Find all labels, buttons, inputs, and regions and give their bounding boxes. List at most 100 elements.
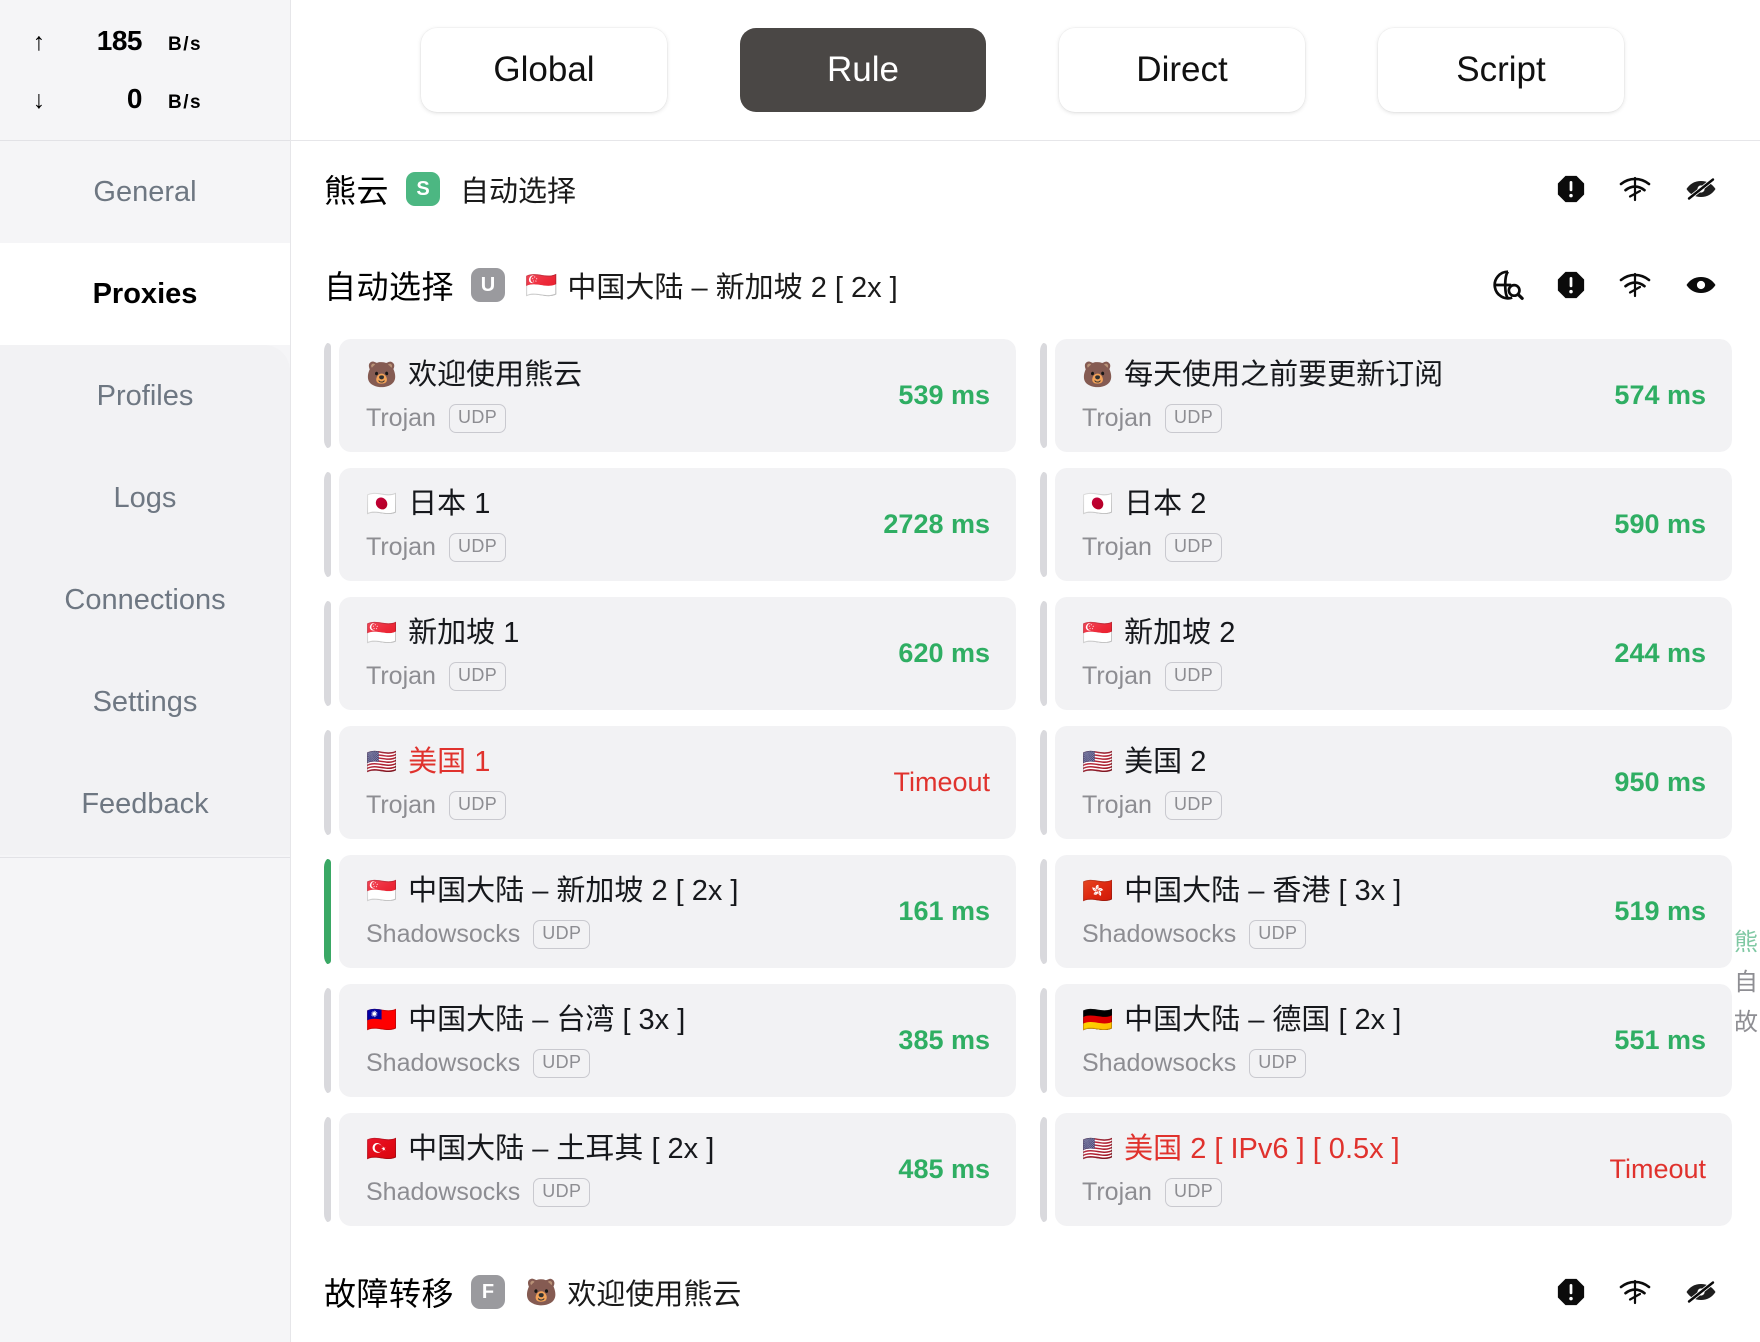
sidebar-item-connections[interactable]: Connections	[0, 549, 290, 651]
proxy-title: 🇭🇰 中国大陆 – 香港 [ 3x ]	[1082, 874, 1588, 909]
proxy-card[interactable]: 🇩🇪 中国大陆 – 德国 [ 2x ] Shadowsocks UDP 551 …	[1040, 984, 1732, 1097]
udp-badge: UDP	[1249, 1049, 1307, 1078]
sidebar-item-label: Logs	[113, 481, 177, 514]
speed-test-icon[interactable]	[1618, 174, 1652, 204]
sidebar-item-label: Proxies	[92, 277, 198, 310]
proxy-name: 每天使用之前要更新订阅	[1124, 359, 1444, 392]
group-index-rail[interactable]: 熊 自 故	[1734, 931, 1758, 1035]
proxy-title: 🇯🇵 日本 1	[366, 487, 857, 522]
proxy-card[interactable]: 🐻 欢迎使用熊云 Trojan UDP 539 ms	[324, 339, 1016, 452]
download-speed-unit: B/s	[168, 92, 203, 113]
proxy-card[interactable]: 🇯🇵 日本 1 Trojan UDP 2728 ms	[324, 468, 1016, 581]
proxy-info: 🇯🇵 日本 2 Trojan UDP	[1082, 487, 1588, 562]
proxy-card-body[interactable]: 🐻 欢迎使用熊云 Trojan UDP 539 ms	[339, 339, 1016, 452]
proxy-protocol: Trojan	[366, 532, 436, 561]
sidebar-item-feedback[interactable]: Feedback	[0, 753, 290, 855]
proxy-card-body[interactable]: 🇸🇬 新加坡 2 Trojan UDP 244 ms	[1055, 597, 1732, 710]
rail-item[interactable]: 自	[1734, 971, 1758, 995]
group-actions	[1556, 174, 1730, 204]
sidebar-item-proxies[interactable]: Proxies	[0, 243, 290, 345]
tab-rule[interactable]: Rule	[740, 28, 986, 112]
tab-direct[interactable]: Direct	[1059, 28, 1305, 112]
speed-test-icon[interactable]	[1618, 270, 1652, 300]
flag-icon: 🇺🇸	[1082, 1135, 1114, 1164]
selection-bar	[324, 343, 331, 448]
proxy-protocol: Trojan	[1082, 532, 1152, 561]
proxy-card-body[interactable]: 🇹🇷 中国大陆 – 土耳其 [ 2x ] Shadowsocks UDP 485…	[339, 1113, 1016, 1226]
udp-badge: UDP	[1164, 404, 1223, 433]
proxy-card[interactable]: 🇯🇵 日本 2 Trojan UDP 590 ms	[1040, 468, 1732, 581]
sidebar-item-profiles[interactable]: Profiles	[0, 345, 290, 447]
udp-badge: UDP	[1249, 920, 1307, 949]
selection-bar	[1040, 859, 1047, 964]
proxy-card-body[interactable]: 🇺🇸 美国 2 [ IPv6 ] [ 0.5x ] Trojan UDP Tim…	[1055, 1113, 1732, 1226]
proxy-name: 中国大陆 – 新加坡 2 [ 2x ]	[408, 875, 739, 908]
proxy-card[interactable]: 🐻 每天使用之前要更新订阅 Trojan UDP 574 ms	[1040, 339, 1732, 452]
rail-item[interactable]: 熊	[1734, 931, 1758, 955]
eye-off-icon[interactable]	[1684, 175, 1718, 203]
sidebar-item-logs[interactable]: Logs	[0, 447, 290, 549]
flag-icon: 🐻	[1082, 361, 1114, 390]
selection-bar	[1040, 601, 1047, 706]
upload-speed-unit: B/s	[168, 34, 203, 55]
alert-octagon-icon[interactable]	[1556, 174, 1586, 204]
proxy-card[interactable]: 🇹🇼 中国大陆 – 台湾 [ 3x ] Shadowsocks UDP 385 …	[324, 984, 1016, 1097]
flag-icon: 🇭🇰	[1082, 877, 1114, 906]
proxy-protocol: Trojan	[1082, 1177, 1152, 1206]
proxy-card-body[interactable]: 🇹🇼 中国大陆 – 台湾 [ 3x ] Shadowsocks UDP 385 …	[339, 984, 1016, 1097]
selection-bar	[1040, 988, 1047, 1093]
proxy-info: 🐻 每天使用之前要更新订阅 Trojan UDP	[1082, 358, 1588, 433]
proxy-card-body[interactable]: 🇩🇪 中国大陆 – 德国 [ 2x ] Shadowsocks UDP 551 …	[1055, 984, 1732, 1097]
sidebar-item-general[interactable]: General	[0, 141, 290, 243]
proxy-meta: Trojan UDP	[366, 404, 872, 433]
proxy-latency: 539 ms	[898, 380, 990, 410]
sidebar-item-label: Settings	[92, 685, 198, 718]
proxy-card[interactable]: 🇺🇸 美国 1 Trojan UDP Timeout	[324, 726, 1016, 839]
eye-off-icon[interactable]	[1684, 1278, 1718, 1306]
alert-octagon-icon[interactable]	[1556, 270, 1586, 300]
selection-bar	[1040, 343, 1047, 448]
selection-bar	[1040, 1117, 1047, 1222]
proxy-meta: Trojan UDP	[366, 791, 867, 820]
proxy-card-body[interactable]: 🇺🇸 美国 2 Trojan UDP 950 ms	[1055, 726, 1732, 839]
proxy-card[interactable]: 🇺🇸 美国 2 Trojan UDP 950 ms	[1040, 726, 1732, 839]
selection-bar	[324, 730, 331, 835]
proxy-card[interactable]: 🇸🇬 新加坡 1 Trojan UDP 620 ms	[324, 597, 1016, 710]
proxy-title: 🇺🇸 美国 1	[366, 745, 867, 780]
proxy-card-body[interactable]: 🇯🇵 日本 1 Trojan UDP 2728 ms	[339, 468, 1016, 581]
speed-test-icon[interactable]	[1618, 1277, 1652, 1307]
proxy-card-body[interactable]: 🇺🇸 美国 1 Trojan UDP Timeout	[339, 726, 1016, 839]
proxy-card-body[interactable]: 🇸🇬 新加坡 1 Trojan UDP 620 ms	[339, 597, 1016, 710]
proxy-latency: 385 ms	[898, 1025, 990, 1055]
globe-search-icon[interactable]	[1492, 269, 1524, 301]
app-root: ↑ 185 B/s ↓ 0 B/s General Proxies Profil…	[0, 0, 1760, 1342]
group-header-xiongyun[interactable]: 熊云 S 自动选择	[291, 141, 1760, 237]
group-header-auto-select[interactable]: 自动选择 U 🇸🇬 中国大陆 – 新加坡 2 [ 2x ]	[291, 237, 1760, 333]
proxy-card[interactable]: 🇸🇬 新加坡 2 Trojan UDP 244 ms	[1040, 597, 1732, 710]
proxy-card-body[interactable]: 🇭🇰 中国大陆 – 香港 [ 3x ] Shadowsocks UDP 519 …	[1055, 855, 1732, 968]
tab-global[interactable]: Global	[421, 28, 667, 112]
rail-item[interactable]: 故	[1734, 1011, 1758, 1035]
proxy-latency: 574 ms	[1614, 380, 1706, 410]
proxy-card[interactable]: 🇺🇸 美国 2 [ IPv6 ] [ 0.5x ] Trojan UDP Tim…	[1040, 1113, 1732, 1226]
proxy-title: 🇺🇸 美国 2	[1082, 745, 1588, 780]
proxies-content[interactable]: 熊云 S 自动选择 自动选择 U 🇸🇬 中国大陆 – 新加坡 2 [2x] …	[291, 141, 1760, 1342]
alert-octagon-icon[interactable]	[1556, 1277, 1586, 1307]
proxy-card[interactable]: 🇭🇰 中国大陆 – 香港 [ 3x ] Shadowsocks UDP 519 …	[1040, 855, 1732, 968]
group-header-fallback[interactable]: 故障转移 F 🐻 欢迎使用熊云	[291, 1244, 1760, 1340]
proxy-title: 🐻 每天使用之前要更新订阅	[1082, 358, 1588, 393]
sidebar-item-settings[interactable]: Settings	[0, 651, 290, 753]
proxy-card-body[interactable]: 🐻 每天使用之前要更新订阅 Trojan UDP 574 ms	[1055, 339, 1732, 452]
flag-icon: 🇯🇵	[1082, 490, 1114, 519]
tab-script[interactable]: Script	[1378, 28, 1624, 112]
proxy-card[interactable]: 🇹🇷 中国大陆 – 土耳其 [ 2x ] Shadowsocks UDP 485…	[324, 1113, 1016, 1226]
proxy-card-body[interactable]: 🇯🇵 日本 2 Trojan UDP 590 ms	[1055, 468, 1732, 581]
proxy-card[interactable]: 🇸🇬 中国大陆 – 新加坡 2 [ 2x ] Shadowsocks UDP 1…	[324, 855, 1016, 968]
bear-icon: 🐻	[525, 1276, 558, 1307]
proxy-meta: Trojan UDP	[1082, 791, 1588, 820]
flag-icon: 🇹🇷	[366, 1135, 398, 1164]
proxy-latency: 551 ms	[1614, 1025, 1706, 1055]
upload-speed-row: ↑ 185 B/s	[22, 25, 290, 57]
proxy-card-body[interactable]: 🇸🇬 中国大陆 – 新加坡 2 [ 2x ] Shadowsocks UDP 1…	[339, 855, 1016, 968]
eye-icon[interactable]	[1684, 271, 1718, 299]
